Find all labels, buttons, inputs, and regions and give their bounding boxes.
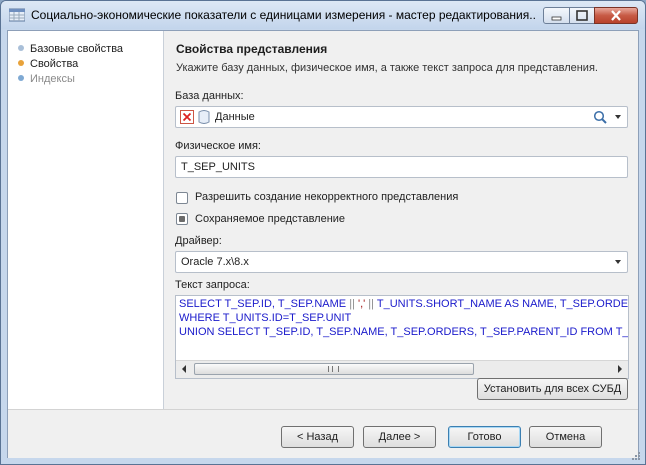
grip-icon	[328, 366, 339, 372]
allow-invalid-checkbox[interactable]	[176, 192, 188, 204]
chevron-down-icon[interactable]	[615, 115, 621, 119]
database-icon	[198, 110, 210, 124]
allow-invalid-label: Разрешить создание некорректного предста…	[195, 191, 459, 203]
title-bar[interactable]: Социально-экономические показатели с еди…	[1, 1, 645, 29]
driver-value: Oracle 7.x\8.x	[181, 256, 249, 268]
section-description: Укажите базу данных, физическое имя, а т…	[176, 62, 598, 74]
app-icon	[9, 8, 25, 22]
query-line: UNION SELECT T_SEP.ID, T_SEP.NAME, T_SEP…	[179, 326, 629, 338]
resize-grip-icon[interactable]	[630, 450, 642, 462]
query-editor[interactable]: SELECT T_SEP.ID, T_SEP.NAME || ',' || T_…	[175, 295, 629, 379]
query-label: Текст запроса:	[175, 279, 250, 291]
persisted-label: Сохраняемое представление	[195, 213, 346, 225]
maximize-button[interactable]	[569, 7, 595, 24]
step-current-icon	[18, 60, 24, 66]
step-properties[interactable]: Свойства	[18, 57, 78, 71]
back-button[interactable]: < Назад	[281, 426, 354, 448]
wizard-client: Базовые свойства Свойства Индексы Свойст…	[7, 30, 639, 458]
driver-label: Драйвер:	[175, 235, 222, 247]
section-title: Свойства представления	[176, 42, 328, 56]
close-icon	[611, 10, 621, 21]
chevron-down-icon[interactable]	[615, 260, 621, 264]
close-button[interactable]	[594, 7, 638, 24]
database-label: База данных:	[175, 90, 244, 102]
window-title: Социально-экономические показатели с еди…	[31, 8, 536, 22]
query-line: SELECT T_SEP.ID, T_SEP.NAME || ',' || T_…	[179, 298, 629, 310]
wizard-steps-pane: Базовые свойства Свойства Индексы	[8, 31, 164, 409]
scroll-left-icon[interactable]	[182, 365, 186, 373]
properties-pane: Свойства представления Укажите базу данн…	[164, 31, 638, 409]
scroll-right-icon[interactable]	[618, 365, 622, 373]
step-done-icon	[18, 45, 24, 51]
database-select[interactable]: Данные	[175, 106, 628, 128]
cancel-button[interactable]: Отмена	[529, 426, 602, 448]
step-indexes[interactable]: Индексы	[18, 72, 75, 86]
wizard-footer: < Назад Далее > Готово Отмена	[8, 409, 638, 458]
step-basic-properties[interactable]: Базовые свойства	[18, 42, 123, 56]
next-button[interactable]: Далее >	[363, 426, 436, 448]
minimize-icon	[551, 16, 562, 21]
wizard-window: Социально-экономические показатели с еди…	[0, 0, 646, 465]
clear-icon[interactable]	[180, 110, 194, 124]
maximize-icon	[576, 10, 588, 21]
database-value: Данные	[215, 111, 255, 123]
query-line: WHERE T_UNITS.ID=T_SEP.UNIT	[179, 312, 352, 324]
scrollbar-thumb[interactable]	[194, 363, 474, 375]
minimize-button[interactable]	[543, 7, 570, 24]
step-label: Свойства	[30, 58, 79, 70]
step-pending-icon	[18, 75, 24, 81]
step-label: Индексы	[30, 73, 75, 85]
physical-name-value: T_SEP_UNITS	[181, 161, 255, 173]
driver-select[interactable]: Oracle 7.x\8.x	[175, 251, 628, 273]
physical-name-input[interactable]: T_SEP_UNITS	[175, 156, 628, 178]
persisted-checkbox[interactable]	[176, 213, 188, 225]
step-label: Базовые свойства	[30, 43, 124, 55]
set-for-all-dbms-button[interactable]: Установить для всех СУБД	[477, 378, 628, 400]
horizontal-scrollbar[interactable]	[176, 360, 628, 378]
physical-name-label: Физическое имя:	[175, 140, 261, 152]
finish-button[interactable]: Готово	[448, 426, 521, 448]
search-icon[interactable]	[593, 110, 607, 124]
